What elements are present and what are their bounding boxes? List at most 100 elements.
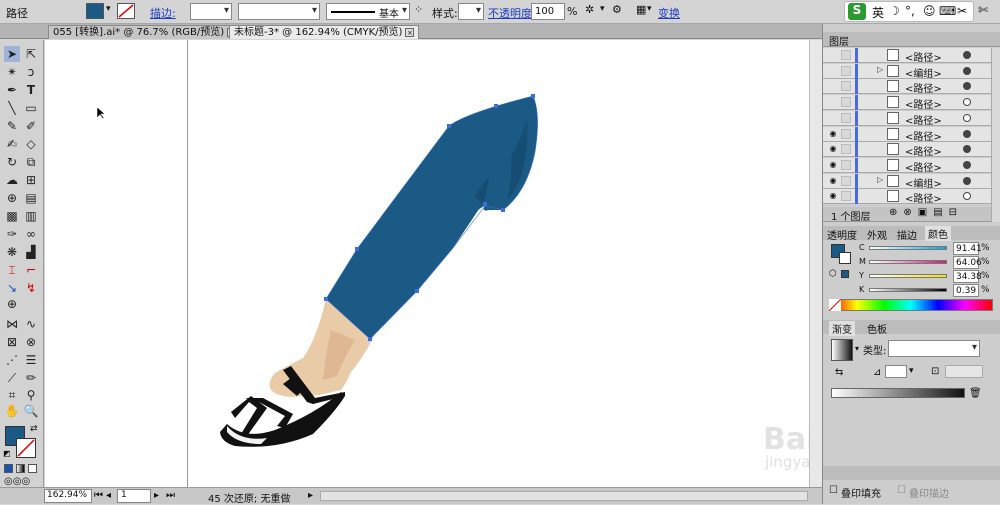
last-page-icon[interactable]: ⏭ [166, 490, 175, 501]
target-icon[interactable] [963, 145, 971, 154]
artboard-tool-icon[interactable]: ⌶ [4, 262, 20, 278]
language-toggle[interactable]: 英 [872, 4, 884, 21]
selection-tool-icon[interactable]: ➤ [4, 46, 20, 62]
lock-toggle[interactable] [841, 97, 851, 108]
layer-name[interactable]: <路径> [905, 143, 942, 158]
gear-icon[interactable]: ⚙ [612, 3, 622, 16]
variable-width-dropdown[interactable] [238, 3, 320, 20]
pencil-tool-icon[interactable]: ✐ [23, 118, 39, 134]
gradient-tool-icon[interactable]: ▥ [23, 208, 39, 224]
channel-value-input[interactable]: 34.38 [953, 270, 982, 283]
horizontal-scrollbar[interactable] [320, 491, 808, 501]
tab-transparency[interactable]: 透明度 [827, 227, 857, 242]
opacity-link[interactable]: 不透明度: [488, 5, 536, 21]
keyboard-icon[interactable]: ⌨ [939, 4, 956, 18]
visibility-toggle[interactable] [828, 50, 838, 60]
layer-row[interactable]: ▷ <编组> [823, 63, 991, 80]
swap-colors-icon[interactable]: ⇄ [30, 424, 38, 434]
prev-page-icon[interactable]: ◂ [106, 490, 111, 501]
color-panel-stroke-swatch[interactable] [839, 252, 851, 264]
stroke-weight-dropdown[interactable] [190, 3, 232, 20]
lock-toggle[interactable] [841, 144, 851, 155]
angle-input[interactable] [885, 365, 907, 378]
hand-tool-icon[interactable]: ✋ [4, 403, 20, 419]
custom-tool-icon[interactable]: ↯ [23, 280, 39, 296]
sogou-logo[interactable]: S [848, 3, 866, 20]
channel-value-input[interactable]: 91.41 [953, 242, 982, 255]
color-mode-icon[interactable] [4, 464, 13, 473]
slice-tool-icon[interactable]: ⌐ [23, 262, 39, 278]
moon-icon[interactable]: ☽ [889, 4, 900, 18]
target-icon[interactable] [963, 51, 971, 59]
perspective-grid-tool-icon[interactable]: ▤ [23, 190, 39, 206]
tab-stroke[interactable]: 描边 [897, 227, 917, 242]
shape-builder-tool-icon[interactable]: ⊕ [4, 190, 20, 206]
align-dropdown-icon[interactable]: ▾ [647, 4, 652, 14]
eyedropper-tool-icon[interactable]: ✑ [4, 226, 20, 242]
zigzag-tool-icon[interactable]: ⋰ [4, 352, 20, 368]
target-icon[interactable] [963, 66, 971, 75]
angle-icon[interactable]: ⊿ [873, 367, 881, 378]
lasso-tool-icon[interactable]: ↄ [23, 64, 39, 80]
graphic-style-icon[interactable]: ⁘ [414, 3, 423, 16]
visibility-toggle[interactable] [828, 97, 838, 107]
recolor-dropdown-icon[interactable]: ▾ [600, 4, 605, 14]
emoji-icon[interactable]: ☺ [923, 4, 936, 18]
target-icon[interactable] [963, 113, 971, 122]
brush-dropdown[interactable]: 基本 [326, 3, 410, 20]
layer-name[interactable]: <路径> [905, 190, 942, 205]
page-select[interactable]: 1 [117, 489, 151, 503]
knife-tool-icon[interactable]: ⟋ [4, 370, 20, 386]
zoom-tool-icon[interactable]: 🔍 [23, 403, 39, 419]
target-icon[interactable] [963, 176, 971, 185]
target-icon[interactable] [963, 82, 971, 91]
punctuation-icon[interactable]: °, [905, 4, 915, 18]
gradient-type-dropdown[interactable] [888, 340, 980, 357]
draw-mode-icon[interactable]: ◎◎◎ [4, 476, 30, 487]
link-tool-icon[interactable]: ⊗ [23, 334, 39, 350]
toolbox-icon[interactable]: ✂ [957, 4, 967, 18]
rectangle-tool-icon[interactable]: ▭ [23, 100, 39, 116]
tab-gradient[interactable]: 渐变 [829, 321, 855, 336]
status-menu-icon[interactable]: ▸ [308, 490, 313, 501]
next-page-icon[interactable]: ▸ [154, 490, 159, 501]
lock-toggle[interactable] [841, 50, 851, 60]
color-spectrum[interactable] [829, 299, 993, 311]
layer-name[interactable]: <路径> [905, 112, 942, 127]
none-mode-icon[interactable] [28, 464, 37, 473]
overprint-stroke-checkbox[interactable]: ☐ [897, 485, 906, 496]
visibility-toggle[interactable] [828, 81, 838, 91]
angle-dropdown-icon[interactable]: ▾ [909, 366, 914, 376]
list-tool-icon[interactable]: ☰ [23, 352, 39, 368]
default-colors-icon[interactable]: ◩ [3, 449, 11, 458]
eye-icon[interactable]: ◉ [828, 144, 838, 154]
line-tool-icon[interactable]: ╲ [4, 100, 20, 116]
layer-row[interactable]: <路径> [823, 48, 991, 64]
layer-row[interactable]: <路径> [823, 110, 991, 127]
expand-triangle-icon[interactable]: ▷ [877, 65, 883, 74]
eye-icon[interactable]: ◉ [828, 160, 838, 170]
lock-toggle[interactable] [841, 65, 851, 76]
overprint-fill-checkbox[interactable]: ☐ [829, 485, 838, 496]
warp-tool-icon[interactable]: ☁ [4, 172, 20, 188]
aspect-ratio-input[interactable] [945, 365, 983, 378]
type-tool-icon[interactable]: T [23, 82, 39, 98]
pencil-edit-tool-icon[interactable]: ✏ [23, 370, 39, 386]
gradient-mode-icon[interactable] [16, 464, 25, 473]
stroke-link[interactable]: 描边: [150, 5, 176, 21]
paintbrush-tool-icon[interactable]: ✎ [4, 118, 20, 134]
close-icon[interactable]: × [405, 28, 415, 37]
layer-row[interactable]: ◉ ▷ <编组> [823, 173, 991, 190]
target-icon[interactable] [963, 192, 971, 201]
channel-slider[interactable] [869, 274, 947, 278]
fill-color-swatch[interactable] [86, 3, 104, 19]
vertical-scrollbar[interactable] [809, 40, 822, 487]
tab-document-1[interactable]: 055 [转换].ai* @ 76.7% (RGB/预览)× [48, 25, 242, 39]
mesh-tool-icon[interactable]: ▩ [4, 208, 20, 224]
channel-value-input[interactable]: 0.39 [953, 284, 979, 297]
layer-name[interactable]: <编组> [905, 175, 942, 190]
visibility-toggle[interactable] [828, 66, 838, 76]
layer-name[interactable]: <路径> [905, 159, 942, 174]
gradient-dropdown-icon[interactable]: ▾ [855, 344, 859, 353]
crosshair-tool-icon[interactable]: ⊕ [4, 296, 20, 312]
